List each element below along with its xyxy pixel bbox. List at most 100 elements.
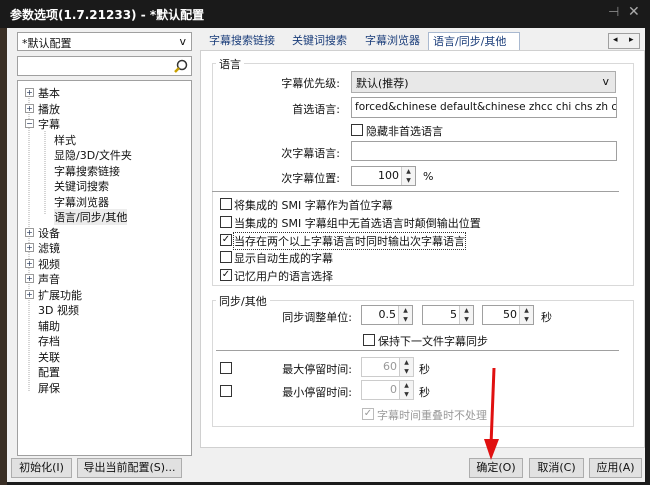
hide-non-preferred-label: 隐藏非首选语言 bbox=[366, 125, 443, 138]
tab-scroll-right-button[interactable]: ▸ bbox=[629, 35, 634, 45]
priority-value: 默认(推荐) bbox=[356, 77, 409, 90]
tree-item[interactable]: 字幕搜索链接 bbox=[54, 163, 120, 179]
spinner-arrows-icon[interactable]: ▲ ▼ bbox=[401, 167, 415, 185]
keep-sync-checkbox[interactable] bbox=[363, 334, 375, 346]
apply-button[interactable]: 应用(A) bbox=[589, 458, 642, 478]
tree-item[interactable]: 屏保 bbox=[38, 380, 60, 396]
hide-non-preferred-checkbox[interactable] bbox=[351, 124, 363, 136]
close-icon[interactable]: ✕ bbox=[628, 4, 640, 20]
preferred-language-value: forced&chinese default&chinese zhcc chi … bbox=[355, 101, 617, 113]
check-icon: ✓ bbox=[363, 408, 373, 419]
expand-icon[interactable]: + bbox=[25, 88, 34, 97]
option-label: 当集成的 SMI 字幕组中无首选语言时颠倒输出位置 bbox=[234, 216, 481, 230]
option-label: 将集成的 SMI 字幕作为首位字幕 bbox=[234, 199, 393, 212]
sync-unit-spinner[interactable]: 50 ▲ ▼ bbox=[482, 305, 534, 325]
search-input[interactable] bbox=[17, 56, 192, 76]
option-checkbox[interactable]: ✓ bbox=[220, 269, 232, 282]
priority-dropdown[interactable]: 默认(推荐) v bbox=[351, 71, 616, 93]
tree-item[interactable]: 基本 bbox=[38, 85, 60, 101]
expand-icon[interactable]: + bbox=[25, 103, 34, 113]
sync-unit-label: 同步调整单位: bbox=[282, 311, 352, 324]
secondary-language-input[interactable] bbox=[351, 141, 617, 161]
tree-item[interactable]: 滤镜 bbox=[38, 240, 60, 256]
title-bar: 参数选项(1.7.21233) - *默认配置 ⊣ ✕ bbox=[0, 0, 650, 28]
window-title: 参数选项(1.7.21233) - *默认配置 bbox=[10, 8, 205, 22]
seconds-unit: 秒 bbox=[419, 363, 430, 376]
overlap-checkbox[interactable]: ✓ bbox=[362, 408, 374, 420]
expand-icon[interactable]: + bbox=[25, 227, 34, 237]
tree-item[interactable]: 视频 bbox=[38, 256, 60, 272]
profile-value: *默认配置 bbox=[22, 37, 72, 50]
option-checkbox[interactable] bbox=[220, 251, 232, 264]
expand-icon[interactable]: + bbox=[25, 289, 34, 299]
spinner-arrows-icon[interactable]: ▲ ▼ bbox=[399, 358, 413, 376]
expand-icon[interactable]: + bbox=[25, 243, 34, 252]
export-config-button[interactable]: 导出当前配置(S)... bbox=[77, 458, 182, 478]
position-value: 100 bbox=[378, 169, 399, 182]
spinner-arrows-icon[interactable]: ▲ ▼ bbox=[459, 306, 473, 324]
tab[interactable]: 字幕搜索链接 bbox=[205, 32, 279, 51]
category-tree: + 基本 + 播放 − 字幕 样式 显隐/3D/文件夹 字幕搜索链接 关键词搜索 字幕浏览器 语言/同… bbox=[17, 80, 192, 456]
tab[interactable]: 关键词搜索 bbox=[288, 32, 351, 51]
option-checkbox[interactable] bbox=[220, 215, 232, 228]
tree-item[interactable]: 语言/同步/其他 bbox=[54, 209, 128, 225]
tab-scroll-left-button[interactable]: ◂ bbox=[613, 35, 618, 45]
tree-item[interactable]: 字幕浏览器 bbox=[54, 194, 109, 210]
secondary-label: 次字幕语言: bbox=[281, 147, 340, 160]
min-duration-value: 0 bbox=[390, 383, 397, 396]
overlap-label: 字幕时间重叠时不处理 bbox=[377, 409, 487, 422]
expand-icon[interactable]: + bbox=[25, 274, 34, 283]
option-label: 显示自动生成的字幕 bbox=[234, 252, 333, 266]
check-icon: ✓ bbox=[221, 269, 231, 281]
tab-scroll: ◂ ▸ bbox=[608, 33, 640, 49]
tree-item[interactable]: 设备 bbox=[38, 225, 60, 241]
seconds-unit: 秒 bbox=[419, 386, 430, 399]
option-checkbox[interactable] bbox=[220, 198, 232, 210]
preferred-language-input[interactable]: forced&chinese default&chinese zhcc chi … bbox=[351, 97, 617, 118]
check-icon: ✓ bbox=[221, 233, 231, 245]
position-spinner[interactable]: 100 ▲ ▼ bbox=[351, 166, 416, 186]
collapse-icon[interactable]: − bbox=[25, 119, 34, 128]
tree-item[interactable]: 存档 bbox=[38, 333, 60, 349]
option-checkbox[interactable]: ✓ bbox=[220, 233, 232, 246]
tab[interactable]: 字幕浏览器 bbox=[361, 32, 424, 51]
tree-item[interactable]: 关联 bbox=[38, 349, 60, 365]
init-button[interactable]: 初始化(I) bbox=[11, 458, 72, 478]
chevron-down-icon: v bbox=[602, 75, 609, 88]
tree-item[interactable]: 扩展功能 bbox=[38, 287, 82, 303]
tree-item[interactable]: 字幕 bbox=[38, 116, 60, 132]
sync-group-title: 同步/其他 bbox=[216, 293, 270, 309]
tree-item[interactable]: 3D 视频 bbox=[38, 302, 79, 318]
max-duration-checkbox[interactable] bbox=[220, 362, 232, 374]
tree-item[interactable]: 辅助 bbox=[38, 318, 60, 334]
cancel-button[interactable]: 取消(C) bbox=[529, 458, 584, 478]
tab[interactable]: 语言/同步/其他 bbox=[428, 32, 520, 52]
chevron-down-icon: v bbox=[179, 35, 186, 48]
tree-item[interactable]: 配置 bbox=[38, 364, 60, 380]
search-icon[interactable] bbox=[173, 59, 188, 74]
sync-unit-spinner[interactable]: 5 ▲ ▼ bbox=[422, 305, 474, 325]
tree-item[interactable]: 播放 bbox=[38, 101, 60, 117]
min-duration-spinner[interactable]: 0 ▲ ▼ bbox=[361, 380, 414, 400]
tree-item[interactable]: 样式 bbox=[54, 132, 76, 148]
spinner-arrows-icon[interactable]: ▲ ▼ bbox=[398, 306, 412, 324]
separator bbox=[216, 350, 619, 351]
expand-icon[interactable]: + bbox=[25, 258, 34, 268]
profile-dropdown[interactable]: *默认配置 v bbox=[17, 32, 192, 51]
min-duration-checkbox[interactable] bbox=[220, 385, 232, 397]
tree-item[interactable]: 显隐/3D/文件夹 bbox=[54, 147, 132, 163]
sync-unit-value: 50 bbox=[503, 308, 517, 321]
option-label: 记忆用户的语言选择 bbox=[234, 270, 333, 284]
priority-label: 字幕优先级: bbox=[281, 77, 340, 90]
seconds-unit: 秒 bbox=[541, 311, 552, 324]
sync-unit-spinner[interactable]: 0.5 ▲ ▼ bbox=[361, 305, 413, 325]
sync-unit-value: 5 bbox=[450, 308, 457, 321]
max-duration-spinner[interactable]: 60 ▲ ▼ bbox=[361, 357, 414, 377]
tree-item[interactable]: 声音 bbox=[38, 271, 60, 287]
option-label: 当存在两个以上字幕语言时同时输出次字幕语言 bbox=[233, 231, 466, 250]
pin-icon[interactable]: ⊣ bbox=[608, 5, 619, 20]
tree-item[interactable]: 关键词搜索 bbox=[54, 178, 109, 194]
keep-sync-label: 保持下一文件字幕同步 bbox=[378, 335, 488, 348]
spinner-arrows-icon[interactable]: ▲ ▼ bbox=[519, 306, 533, 324]
spinner-arrows-icon[interactable]: ▲ ▼ bbox=[399, 381, 413, 399]
